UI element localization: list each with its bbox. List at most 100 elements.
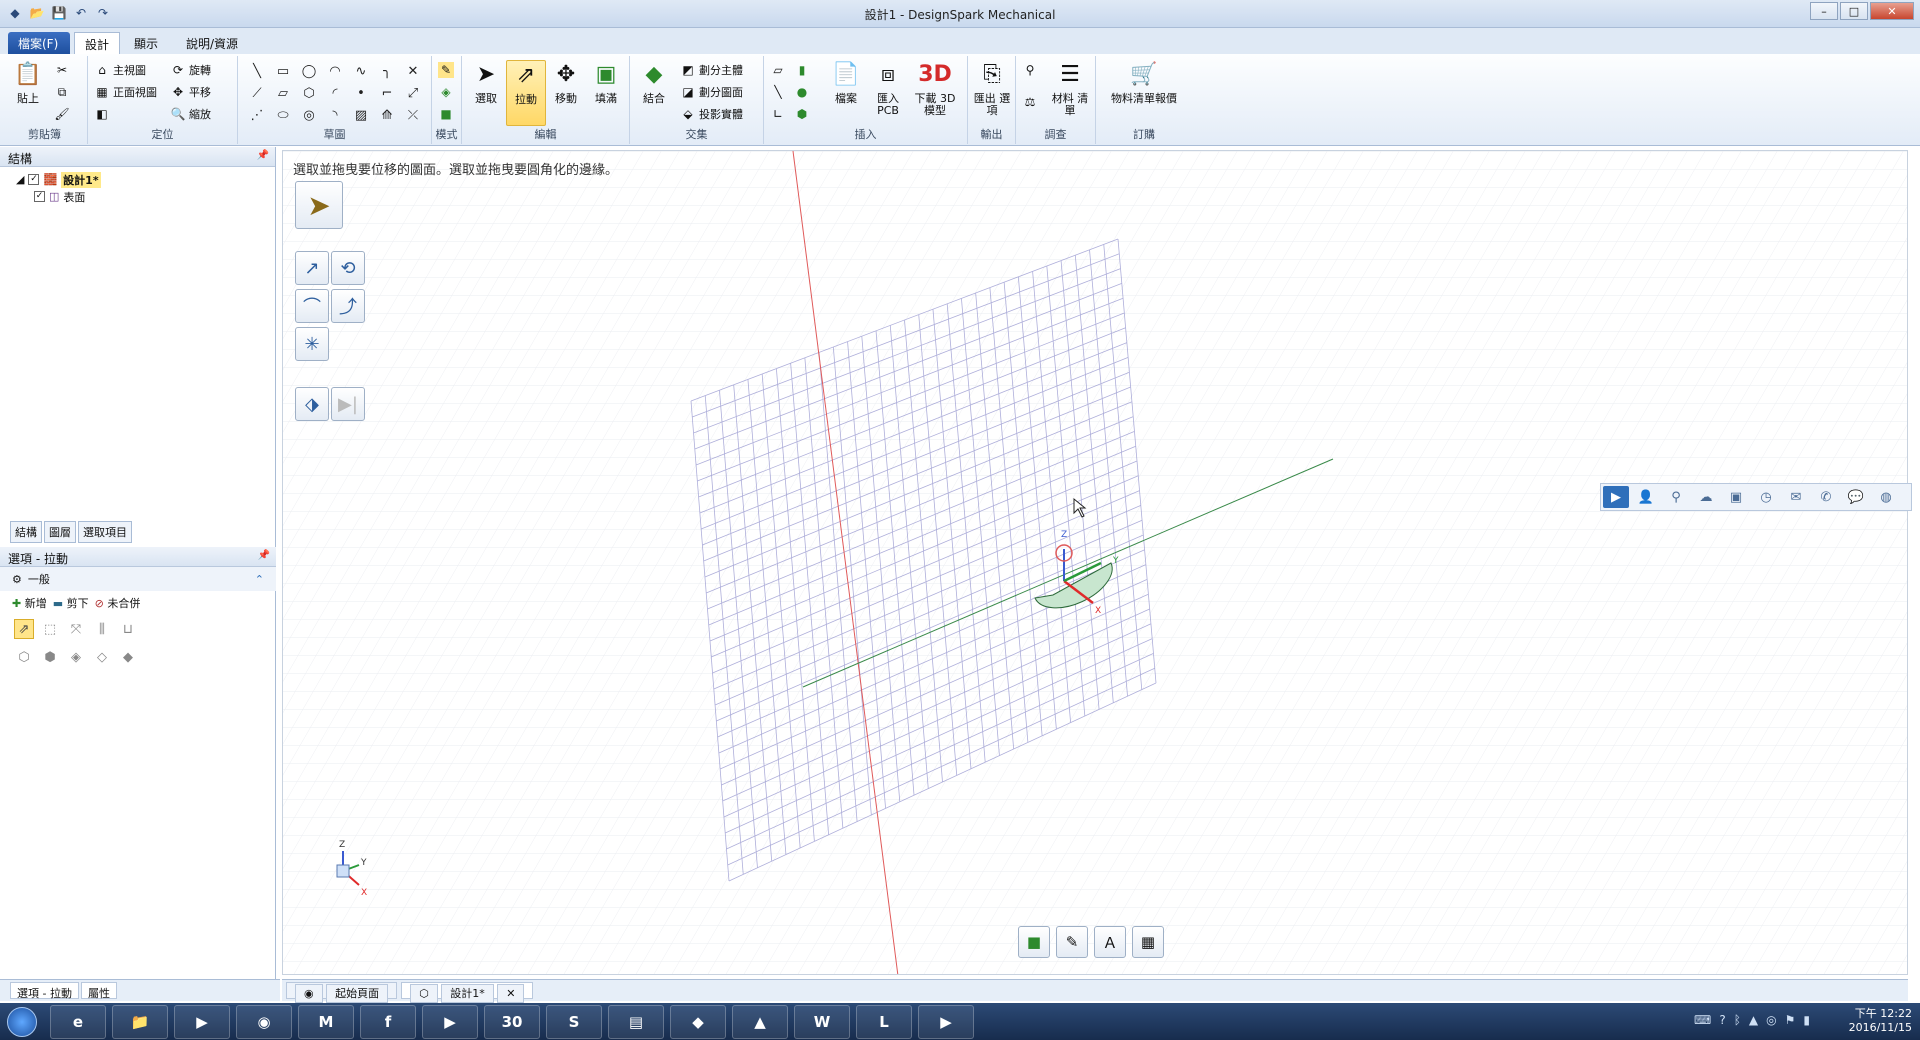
3d-mode-icon[interactable]: ■ <box>438 106 454 122</box>
tab-design1[interactable]: ⬡ 設計1* ✕ <box>401 982 534 1003</box>
insert-file-button[interactable]: 📄 檔案 <box>826 60 866 126</box>
annotation-icon[interactable]: Ａ <box>1094 926 1126 958</box>
pivot-icon[interactable]: ⊔ <box>118 619 138 639</box>
chat-icon[interactable]: 💬 <box>1843 486 1869 508</box>
close-button[interactable]: ✕ <box>1870 2 1914 20</box>
word-icon[interactable]: W <box>794 1004 850 1039</box>
collapse-icon[interactable]: ⌃ <box>255 573 264 586</box>
ellipse-icon[interactable]: ⬭ <box>270 104 296 126</box>
split-line-icon[interactable]: ⤫ <box>400 104 426 126</box>
grid-icon[interactable]: ▦ <box>1132 926 1164 958</box>
help-icon[interactable]: ? <box>1719 1013 1725 1027</box>
pin-icon[interactable]: 📌 <box>257 150 269 161</box>
pin-icon[interactable]: 📌 <box>258 550 270 561</box>
tab-properties[interactable]: 屬性 <box>80 982 117 1000</box>
tab-help[interactable]: 說明/資源 <box>176 32 248 54</box>
clock[interactable]: 下午 12:22 2016/11/15 <box>1849 1007 1912 1035</box>
polygon-icon[interactable]: ⬡ <box>296 82 322 104</box>
draft-button[interactable]: ⤴ <box>331 289 365 323</box>
ruler-icon[interactable]: ⫼ <box>92 619 112 639</box>
calendar-icon[interactable]: 30 <box>484 1004 540 1039</box>
mass-icon[interactable]: ⚖ <box>1022 94 1038 110</box>
pan-button[interactable]: ✥ 平移 <box>170 84 211 100</box>
revolve-button[interactable]: ⟲ <box>331 251 365 285</box>
visibility-checkbox[interactable]: ✓ <box>28 174 40 185</box>
photo-icon[interactable]: ▣ <box>1723 486 1749 508</box>
video-icon[interactable]: ▶ <box>422 1004 478 1039</box>
user-icon[interactable]: 👤 <box>1633 486 1659 508</box>
select-tool-button[interactable]: ➤ <box>295 181 343 229</box>
solid-mode-icon[interactable]: ■ <box>1018 926 1050 958</box>
rectangle-icon[interactable]: ▭ <box>270 60 296 82</box>
pull-direction-button[interactable]: ↗ <box>295 251 329 285</box>
sketch-plane-icon[interactable]: ▨ <box>348 104 374 126</box>
section-general[interactable]: ⚙ 一般 ⌃ <box>0 567 276 591</box>
copy-icon[interactable]: ⧉ <box>54 84 70 100</box>
home-view-button[interactable]: ⌂ 主視圖 <box>94 62 146 78</box>
select-button[interactable]: ➤ 選取 <box>466 60 506 126</box>
format-painter-icon[interactable]: 🖌 <box>54 106 70 122</box>
tab-options-pull[interactable]: 選項 - 拉動 <box>10 982 79 1000</box>
no-merge-option[interactable]: ⊘ 未合併 <box>95 595 141 611</box>
line-icon[interactable]: ╲ <box>244 60 270 82</box>
tab-file[interactable]: 檔案(F) <box>8 32 70 54</box>
three-point-rect-icon[interactable]: ▱ <box>270 82 296 104</box>
tree-item-design[interactable]: ◢ ✓ 🧱 設計1* <box>16 171 275 188</box>
add-option[interactable]: ✚ 新增 <box>12 595 47 611</box>
mail-icon[interactable]: ✉ <box>1783 486 1809 508</box>
phone-icon[interactable]: ✆ <box>1813 486 1839 508</box>
import-pcb-button[interactable]: ⧈ 匯入 PCB <box>868 60 908 126</box>
keyboard-icon[interactable]: ⌨ <box>1694 1013 1711 1027</box>
sweep-button[interactable]: ⌒ <box>295 289 329 323</box>
axis-icon[interactable]: ╲ <box>770 84 786 100</box>
split-face-button[interactable]: ◪ 劃分圖面 <box>680 84 743 100</box>
front-view-button[interactable]: ▦ 正面視圖 <box>94 84 157 100</box>
sketch-mode-icon[interactable]: ✎ <box>438 62 454 78</box>
tab-selection[interactable]: 選取項目 <box>78 521 132 543</box>
tangent-line-icon[interactable]: ⟋ <box>244 82 270 104</box>
arc-icon[interactable]: ◠ <box>322 60 348 82</box>
view-cube-button[interactable]: ◧ <box>94 106 110 122</box>
up-to-icon[interactable]: ⬚ <box>40 619 60 639</box>
spline-icon[interactable]: ∿ <box>348 60 374 82</box>
draft-icon[interactable]: ◇ <box>92 647 112 667</box>
gmail-icon[interactable]: M <box>298 1004 354 1039</box>
bom-button[interactable]: ☰ 材料 清單 <box>1050 60 1090 126</box>
search-icon[interactable]: ⚲ <box>1663 486 1689 508</box>
export-options-button[interactable]: ⎘ 匯出 選項 <box>972 60 1012 126</box>
project-icon[interactable]: ⤢ <box>400 82 426 104</box>
visibility-checkbox[interactable]: ✓ <box>34 191 45 202</box>
plane-icon[interactable]: ▱ <box>770 62 786 78</box>
pull-button[interactable]: ⇗ 拉動 <box>506 60 546 126</box>
origin-icon[interactable]: ∟ <box>770 106 786 122</box>
cut-option[interactable]: ▬ 剪下 <box>53 595 89 611</box>
maximize-button[interactable]: □ <box>1840 2 1868 20</box>
explorer-icon[interactable]: 📁 <box>112 1004 168 1039</box>
chevron-up-icon[interactable]: ▲ <box>1749 1013 1758 1027</box>
three-point-circle-icon[interactable]: ◎ <box>296 104 322 126</box>
sphere-icon[interactable]: ● <box>794 84 810 100</box>
clock-icon[interactable]: ◷ <box>1753 486 1779 508</box>
extend-icon[interactable]: ⬢ <box>40 647 60 667</box>
download-3d-button[interactable]: 3D 下載 3D 模型 <box>910 60 960 126</box>
sketch-mode-icon[interactable]: ✎ <box>1056 926 1088 958</box>
teamviewer-icon[interactable]: ▶ <box>918 1004 974 1039</box>
bend-icon[interactable]: ⟰ <box>374 104 400 126</box>
signal-icon[interactable]: ▮ <box>1803 1013 1810 1027</box>
line-icon[interactable]: L <box>856 1004 912 1039</box>
sweep-icon[interactable]: ◆ <box>118 647 138 667</box>
tab-display[interactable]: 顯示 <box>124 32 168 54</box>
remote-desktop-icon[interactable]: ▤ <box>608 1004 664 1039</box>
tab-start-page[interactable]: ◉ 起始頁面 <box>286 982 398 1003</box>
offset-icon[interactable]: ⌐ <box>374 82 400 104</box>
sweep-arc-icon[interactable]: ◝ <box>322 104 348 126</box>
bluetooth-icon[interactable]: ᛒ <box>1734 1013 1741 1027</box>
bom-quote-button[interactable]: 🛒 物料清單報價 <box>1102 60 1186 126</box>
select-guide-icon[interactable]: ⇗ <box>14 619 34 639</box>
minimize-button[interactable]: – <box>1810 2 1838 20</box>
rotate-button[interactable]: ⟳ 旋轉 <box>170 62 211 78</box>
measure-icon[interactable]: ⚲ <box>1022 62 1038 78</box>
design-canvas[interactable]: Z Y X Z Y X 選取並拖曳要位移的圖面。選取並拖曳要圓角化的邊緣。 ➤ … <box>282 150 1908 975</box>
tab-layers[interactable]: 圖層 <box>44 521 76 543</box>
chrome-icon[interactable]: ◉ <box>236 1004 292 1039</box>
